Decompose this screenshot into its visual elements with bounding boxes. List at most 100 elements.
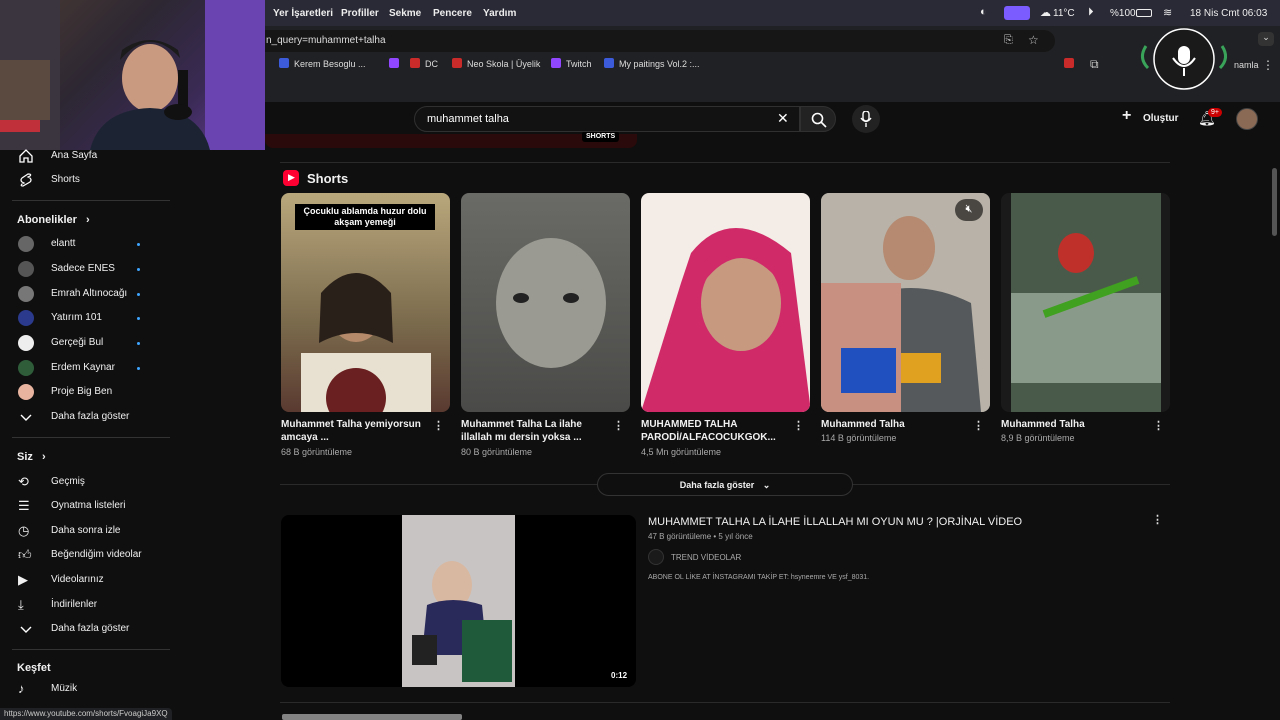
sidebar-item-downloads[interactable]: ⤓ İndirilenler bbox=[0, 594, 172, 616]
search-input[interactable]: muhammet talha ✕ bbox=[414, 106, 800, 132]
channel-name[interactable]: TREND VİDEOLAR bbox=[671, 553, 741, 562]
bookmark-item[interactable]: My paitings Vol.2 :... bbox=[604, 58, 700, 69]
url-text: n_query=muhammet+talha bbox=[266, 35, 386, 46]
short-thumbnail bbox=[821, 193, 990, 412]
new-content-dot bbox=[137, 293, 140, 296]
bookmark-item[interactable]: Neo Skola | Üyelik bbox=[452, 58, 540, 69]
sidebar-item-home[interactable]: Ana Sayfa bbox=[0, 145, 172, 167]
sidebar-item-shorts[interactable]: Shorts bbox=[0, 169, 172, 191]
short-thumbnail bbox=[641, 228, 810, 412]
plus-icon: + bbox=[1122, 107, 1132, 124]
cloud-icon: ☁ bbox=[1040, 7, 1051, 19]
sidebar-item-subscription[interactable]: Erdem Kaynar bbox=[0, 357, 172, 379]
sidebar-item-subscription[interactable]: Yatırım 101 bbox=[0, 307, 172, 329]
short-card[interactable]: Çocuklu ablamda huzur dolu akşam yemeği bbox=[281, 193, 450, 412]
bookmark-label: Twitch bbox=[566, 59, 592, 69]
star-icon[interactable]: ☆ bbox=[1028, 33, 1039, 47]
channel-avatar bbox=[18, 261, 34, 277]
control-center-icon[interactable]: ◐ bbox=[980, 6, 987, 18]
subscriptions-header[interactable]: Abonelikler › bbox=[17, 214, 90, 226]
account-avatar[interactable] bbox=[1236, 108, 1258, 130]
sidebar-item-liked[interactable]: 👍︎ Beğendiğim videolar bbox=[0, 544, 172, 566]
bookmark-icon bbox=[604, 58, 614, 68]
sidebar-item-subscription[interactable]: Sadece ENES bbox=[0, 258, 172, 280]
you-header-label: Siz bbox=[17, 451, 33, 463]
menu-item-window[interactable]: Pencere bbox=[433, 8, 472, 19]
bookmark-label: Neo Skola | Üyelik bbox=[467, 59, 541, 69]
sidebar-item-history[interactable]: ⟲ Geçmiş bbox=[0, 471, 172, 493]
you-show-more[interactable]: Daha fazla göster bbox=[0, 618, 172, 640]
menu-item-help[interactable]: Yardım bbox=[483, 8, 516, 19]
chevron-down-icon[interactable]: ⌄ bbox=[1258, 32, 1274, 46]
shorts-show-more-button[interactable]: Daha fazla göster ⌄ bbox=[597, 473, 853, 496]
more-vert-icon[interactable]: ⋮ bbox=[433, 421, 444, 432]
sidebar-item-music[interactable]: ♪ Müzik bbox=[0, 678, 172, 700]
menu-item-tab[interactable]: Sekme bbox=[389, 8, 421, 19]
subscriptions-show-more[interactable]: Daha fazla göster bbox=[0, 406, 172, 428]
webcam-overlay bbox=[0, 0, 265, 150]
short-card[interactable] bbox=[641, 193, 810, 412]
channel-avatar[interactable] bbox=[648, 549, 664, 565]
notifications-button[interactable]: 🔔︎ 9+ bbox=[1198, 108, 1222, 130]
search-button[interactable] bbox=[800, 106, 836, 132]
video-thumbnail[interactable]: 0:12 bbox=[281, 515, 636, 687]
bookmark-item[interactable]: Kerem Besoglu ... bbox=[279, 58, 366, 69]
sidebar-item-playlists[interactable]: ☰ Oynatma listeleri bbox=[0, 495, 172, 517]
bookmark-item[interactable]: DC bbox=[410, 58, 438, 69]
more-vert-icon[interactable]: ⋮ bbox=[1153, 421, 1164, 432]
short-title[interactable]: Muhammet Talha yemiyorsun amcaya ... bbox=[281, 418, 421, 444]
more-vert-icon[interactable]: ⋮ bbox=[793, 421, 804, 432]
play-icon: ▶ bbox=[288, 172, 295, 182]
chevron-down-icon bbox=[20, 626, 32, 633]
subscriptions-header-label: Abonelikler bbox=[17, 214, 77, 226]
menu-item-profiles[interactable]: Profiller bbox=[341, 8, 379, 19]
short-title[interactable]: MUHAMMED TALHA PARODİ/ALFACOCUKGOK... bbox=[641, 418, 781, 444]
channel-avatar bbox=[18, 310, 34, 326]
mute-icon[interactable]: 🔇︎ bbox=[955, 199, 983, 221]
more-vert-icon[interactable]: ⋮ bbox=[613, 421, 624, 432]
short-card[interactable] bbox=[461, 193, 630, 412]
channel-avatar bbox=[18, 286, 34, 302]
menu-item-bookmarks[interactable]: Yer İşaretleri bbox=[273, 8, 333, 19]
short-thumbnail bbox=[1011, 193, 1161, 412]
bookmark-icon bbox=[279, 58, 289, 68]
create-button[interactable]: + Oluştur bbox=[1120, 107, 1180, 129]
clear-search-icon[interactable]: ✕ bbox=[777, 110, 789, 127]
show-more-label: Daha fazla göster bbox=[679, 480, 755, 490]
bookmark-icon bbox=[389, 58, 399, 68]
previous-result-thumbnail[interactable]: SHORTS bbox=[265, 131, 637, 148]
short-card[interactable]: 🔇︎ bbox=[821, 193, 990, 412]
extension-icon[interactable] bbox=[1064, 58, 1074, 68]
sidebar-item-subscription[interactable]: Gerçeği Bul bbox=[0, 332, 172, 354]
scrollbar[interactable] bbox=[1272, 168, 1277, 236]
puzzle-icon[interactable]: ⧉ bbox=[1090, 57, 1099, 72]
play-icon[interactable]: ⏵ bbox=[1088, 6, 1094, 19]
sidebar-item-subscription[interactable]: elantt bbox=[0, 233, 172, 255]
channel-avatar bbox=[18, 335, 34, 351]
bookmark-item[interactable] bbox=[389, 58, 404, 69]
address-bar[interactable]: n_query=muhammet+talha ⎘ ☆ bbox=[200, 30, 1055, 52]
more-vert-icon[interactable]: ⋮ bbox=[1262, 58, 1274, 72]
screen-record-icon[interactable] bbox=[1004, 6, 1030, 20]
short-views: 68 B görüntüleme bbox=[281, 447, 353, 457]
search-text: muhammet talha bbox=[427, 113, 509, 125]
short-title[interactable]: Muhammet Talha La ilahe illallah mı ders… bbox=[461, 418, 601, 444]
short-title[interactable]: Muhammed Talha bbox=[1001, 418, 1141, 431]
short-card[interactable] bbox=[1001, 193, 1170, 412]
playlist-icon: ☰ bbox=[18, 498, 30, 513]
channel-logo-overlay bbox=[1128, 18, 1240, 100]
divider bbox=[12, 437, 170, 438]
video-title[interactable]: MUHAMMET TALHA LA İLAHE İLLALLAH MI OYUN… bbox=[648, 516, 1022, 528]
voice-search-button[interactable] bbox=[852, 105, 880, 133]
sidebar-item-subscription[interactable]: Proje Big Ben bbox=[0, 381, 172, 403]
sidebar-item-watch-later[interactable]: ◷ Daha sonra izle bbox=[0, 520, 172, 542]
short-title[interactable]: Muhammed Talha bbox=[821, 418, 961, 431]
sidebar-item-subscription[interactable]: Emrah Altınocağı bbox=[0, 283, 172, 305]
you-header[interactable]: Siz › bbox=[17, 451, 46, 463]
more-vert-icon[interactable]: ⋮ bbox=[973, 421, 984, 432]
more-vert-icon[interactable]: ⋮ bbox=[1152, 515, 1163, 526]
new-content-dot bbox=[137, 342, 140, 345]
install-icon[interactable]: ⎘ bbox=[1004, 34, 1013, 47]
sidebar-item-your-videos[interactable]: ▶ Videolarınız bbox=[0, 569, 172, 591]
bookmark-item[interactable]: Twitch bbox=[551, 58, 592, 69]
